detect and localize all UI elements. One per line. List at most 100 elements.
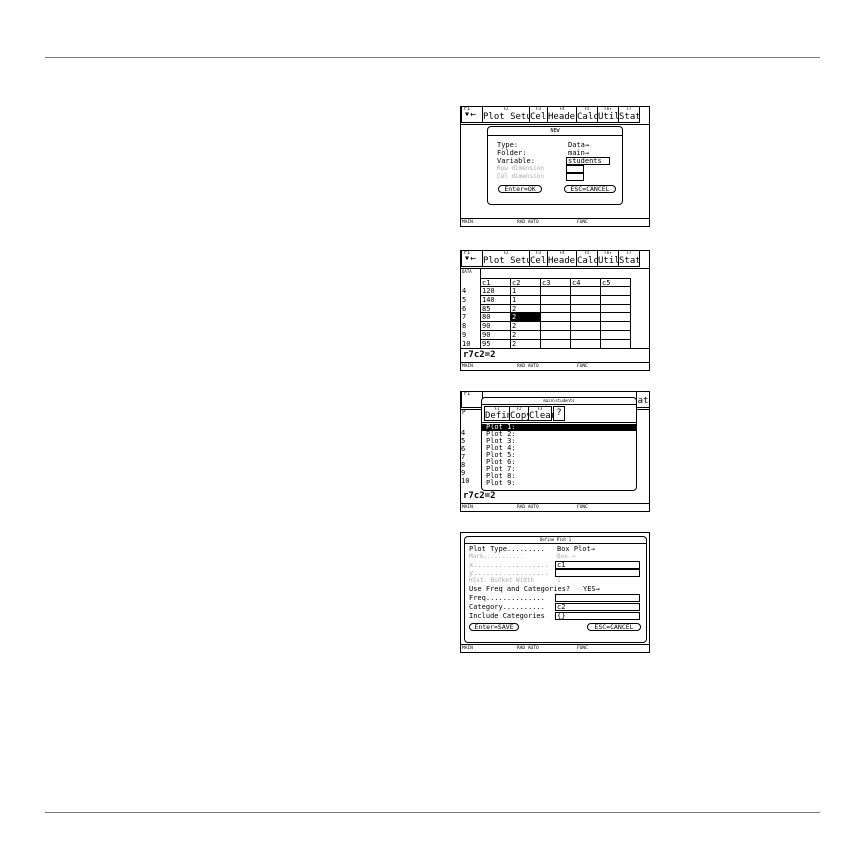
table-cell[interactable]: 1 bbox=[512, 287, 516, 295]
hist-bucket-label: Hist. Bucket Width bbox=[469, 577, 535, 584]
tab-header[interactable]: F4 Header bbox=[547, 251, 581, 267]
ok-button[interactable]: Enter=OK bbox=[498, 185, 542, 193]
tab-util[interactable]: F6▾ Util bbox=[597, 251, 620, 267]
col-dimension-input[interactable] bbox=[566, 173, 584, 181]
help-button[interactable]: ? bbox=[553, 406, 565, 421]
page-bottom-rule bbox=[45, 812, 820, 813]
column-header-c2[interactable]: c2 bbox=[512, 279, 520, 287]
tab-util[interactable]: F6▾ Util bbox=[597, 107, 620, 123]
tab-stat[interactable]: at bbox=[636, 392, 649, 408]
screenshot-plot-setup: F1 at P 4 5 6 7 8 9 10 main\students F1 D… bbox=[460, 391, 650, 512]
freq-input[interactable] bbox=[555, 594, 640, 602]
tab-clear[interactable]: F3 Clear bbox=[528, 406, 556, 421]
table-cell[interactable]: 140 bbox=[482, 296, 495, 304]
dialog-title: NEW bbox=[488, 127, 622, 136]
tab-define[interactable]: F1 Define bbox=[484, 406, 518, 421]
new-dialog: NEW Type: Data→ Folder: main→ Variable: … bbox=[487, 126, 623, 205]
tools-icon: ▾← bbox=[464, 253, 477, 264]
mark-select[interactable]: Box → bbox=[557, 553, 575, 561]
row-number: 7 bbox=[461, 453, 466, 461]
row-number: 8 bbox=[461, 461, 466, 469]
include-categories-input[interactable]: {} bbox=[555, 612, 640, 620]
row-number: 9 bbox=[462, 331, 467, 339]
row-number: 10 bbox=[461, 477, 470, 485]
row-number: 5 bbox=[462, 296, 467, 304]
table-cell[interactable]: 80 bbox=[482, 313, 490, 321]
tab-calc[interactable]: F5 Calc bbox=[576, 107, 599, 123]
row-dimension-input[interactable] bbox=[566, 165, 584, 173]
tab-plot-setup[interactable]: F2 Plot Setup bbox=[482, 251, 537, 267]
tab-calc[interactable]: F5 Calc bbox=[576, 251, 599, 267]
table-cell[interactable]: 90 bbox=[482, 322, 490, 330]
tab-stat[interactable]: F7 Stat bbox=[618, 107, 641, 123]
type-select[interactable]: Data→ bbox=[568, 141, 589, 149]
variable-input[interactable]: students bbox=[566, 157, 610, 165]
table-cell[interactable]: 90 bbox=[482, 331, 490, 339]
row-number: 9 bbox=[461, 469, 466, 477]
screenshot-new-dialog: F1 ▾← F2 Plot Setup F3 Cell F4 Header F5 Calc… bbox=[460, 106, 650, 227]
folder-select[interactable]: main→ bbox=[568, 149, 589, 157]
row-number: 7 bbox=[462, 313, 467, 321]
column-header-c3[interactable]: c3 bbox=[542, 279, 550, 287]
table-cell[interactable]: 95 bbox=[482, 340, 490, 348]
screenshot-define-plot: Define Plot 1 Plot Type......... Box Plo… bbox=[460, 532, 650, 653]
toolbar: F1 ▾← F2 Plot Setup F3 Cell F4 Header F5 Calc… bbox=[461, 107, 649, 125]
table-cell[interactable]: 1 bbox=[512, 296, 516, 304]
folder-label: Folder: bbox=[497, 149, 527, 157]
table-cell[interactable]: 85 bbox=[482, 305, 490, 313]
column-header-c4[interactable]: c4 bbox=[572, 279, 580, 287]
plot-item[interactable]: Plot 9: bbox=[486, 480, 516, 487]
category-input[interactable]: c2 bbox=[555, 603, 640, 611]
page-top-rule bbox=[45, 57, 820, 58]
tab-f1[interactable]: F1 bbox=[461, 392, 483, 408]
table-cell[interactable]: 2 bbox=[512, 305, 516, 313]
category-label: Category.......... bbox=[469, 603, 545, 611]
define-plot-dialog: Define Plot 1 Plot Type......... Box Plo… bbox=[464, 536, 647, 643]
tab-plot-setup[interactable]: F2 Plot Setup bbox=[482, 107, 537, 123]
x-input[interactable]: c1 bbox=[555, 561, 640, 569]
dialog-toolbar: F1 Define F2 Copy F3 Clear ? bbox=[484, 406, 565, 421]
use-freq-label: Use Freq and Categories? bbox=[469, 585, 571, 593]
data-type-label: DATA bbox=[462, 269, 472, 274]
screenshot-data-editor: F1 ▾← F2 Plot Setup F3 Cell F4 Header F5 Calc… bbox=[460, 250, 650, 371]
tab-cell[interactable]: F3 Cell bbox=[529, 107, 552, 123]
tab-f1[interactable]: F1 ▾← bbox=[461, 107, 483, 123]
entry-line: r7c2=2 bbox=[463, 491, 496, 501]
y-label: y.................. bbox=[469, 569, 550, 577]
table-cell[interactable]: 2 bbox=[512, 322, 516, 330]
toolbar: F1 ▾← F2 Plot Setup F3 Cell F4 Header F5 Calc… bbox=[461, 251, 649, 269]
type-label: Type: bbox=[497, 141, 519, 149]
tab-cell[interactable]: F3 Cell bbox=[529, 251, 552, 267]
selected-cell[interactable]: 2 bbox=[511, 313, 541, 321]
mark-label: Mark........... bbox=[469, 553, 524, 560]
tab-stat[interactable]: F7 Stat bbox=[618, 251, 641, 267]
hist-bucket-input[interactable]: 1 bbox=[557, 577, 561, 585]
table-cell[interactable]: 2 bbox=[512, 331, 516, 339]
tab-copy[interactable]: F2 Copy bbox=[509, 406, 532, 421]
cancel-button[interactable]: ESC=CANCEL bbox=[587, 623, 641, 631]
table-cell[interactable]: 2 bbox=[512, 340, 516, 348]
x-label: x.................. bbox=[469, 561, 550, 569]
tab-header[interactable]: F4 Header bbox=[547, 107, 581, 123]
column-header-c5[interactable]: c5 bbox=[602, 279, 610, 287]
row-number: 6 bbox=[461, 445, 466, 453]
save-button[interactable]: Enter=SAVE bbox=[469, 623, 519, 631]
cancel-button[interactable]: ESC=CANCEL bbox=[564, 185, 616, 193]
row-number: 4 bbox=[461, 429, 466, 437]
row-number: 6 bbox=[462, 305, 467, 313]
y-input[interactable] bbox=[555, 569, 640, 577]
table-cell[interactable]: 120 bbox=[482, 287, 495, 295]
row-dimension-label: Row dimension bbox=[497, 165, 544, 172]
plot-type-label: Plot Type......... bbox=[469, 545, 545, 553]
tab-f1[interactable]: F1 ▾← bbox=[461, 251, 483, 267]
col-dimension-label: Col dimension bbox=[497, 173, 544, 180]
plot-setup-dialog: main\students F1 Define F2 Copy F3 Clear ? … bbox=[481, 397, 637, 491]
plot-type-select[interactable]: Box Plot→ bbox=[557, 545, 595, 553]
use-freq-select[interactable]: YES→ bbox=[583, 585, 600, 593]
row-number: 4 bbox=[462, 287, 467, 295]
variable-label: Variable: bbox=[497, 157, 535, 165]
row-number: P bbox=[462, 409, 466, 416]
status-bar: MAIN RAD AUTO FUNC bbox=[461, 218, 649, 226]
column-header-c1[interactable]: c1 bbox=[482, 279, 490, 287]
row-number: 5 bbox=[461, 437, 466, 445]
